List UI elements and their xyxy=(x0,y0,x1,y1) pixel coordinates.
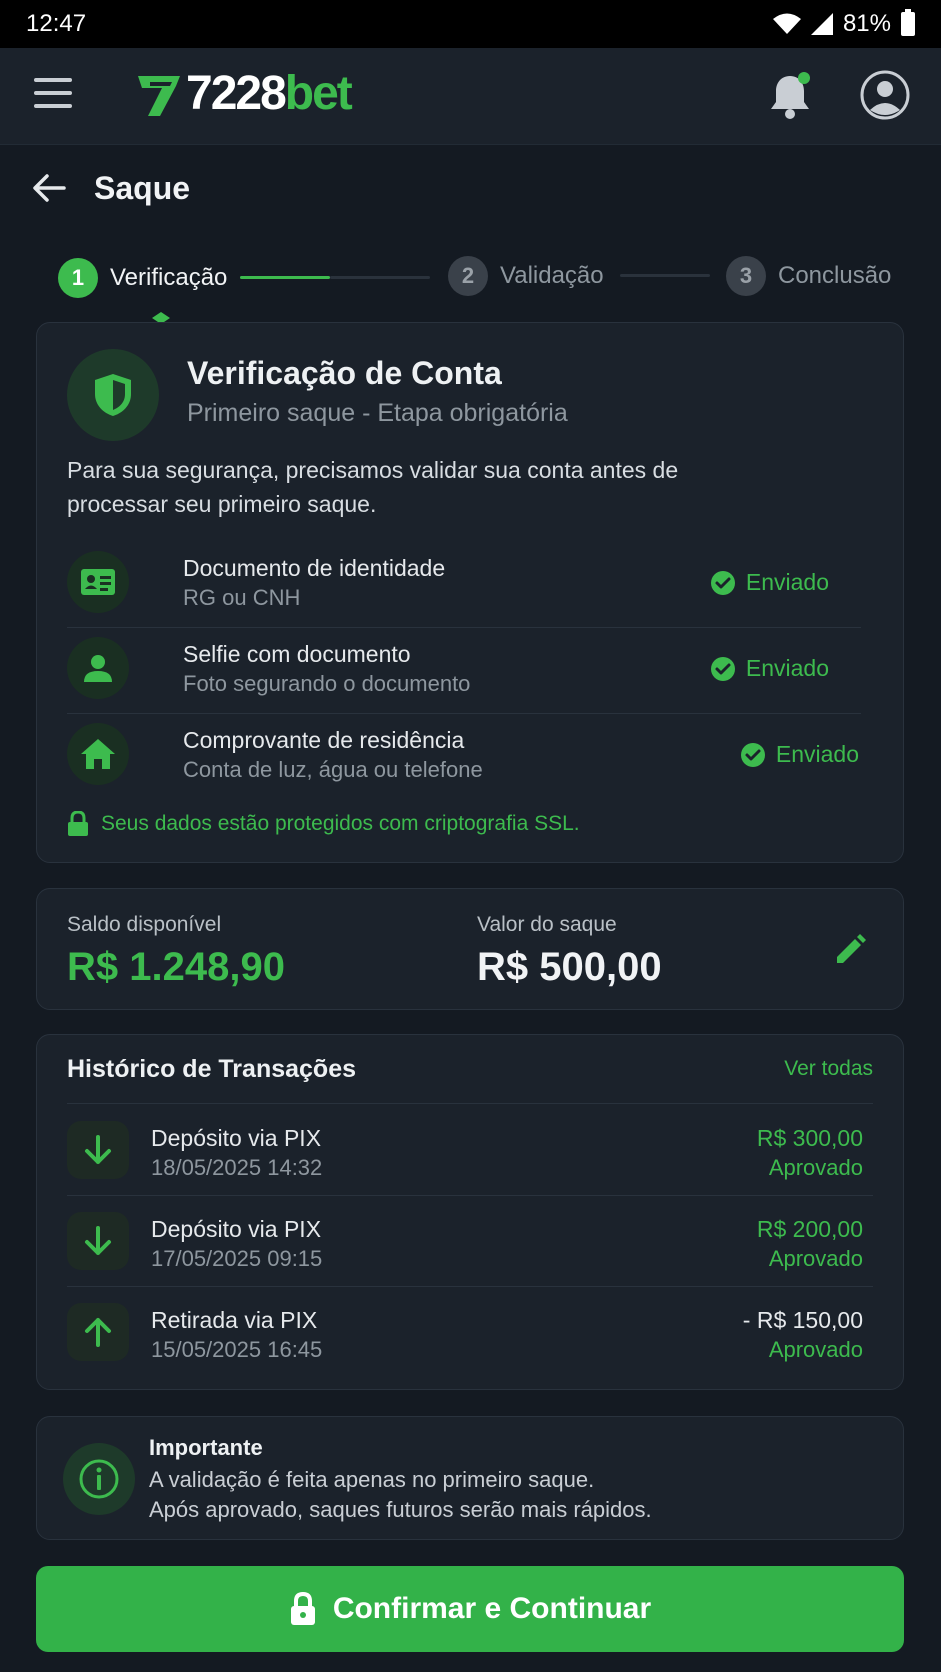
step-2-label: Validação xyxy=(500,262,604,289)
transaction-row[interactable]: Depósito via PIX 18/05/2025 14:32 R$ 300… xyxy=(67,1105,873,1196)
transaction-status: Aprovado xyxy=(768,1337,863,1362)
arrow-up-icon xyxy=(67,1303,129,1361)
verification-description: Para sua segurança, precisamos validar s… xyxy=(67,457,679,517)
transaction-status: Aprovado xyxy=(768,1155,863,1180)
document-title: Comprovante de residência xyxy=(183,727,465,753)
important-info-card: Importante A validação é feita apenas no… xyxy=(36,1416,904,1540)
check-circle-icon xyxy=(710,656,735,681)
step-line-1 xyxy=(330,276,430,279)
see-all-link[interactable]: Ver todas xyxy=(784,1057,873,1081)
signal-icon xyxy=(810,13,833,35)
balance-card: Saldo disponível R$ 1.248,90 Valor do sa… xyxy=(36,888,904,1010)
step-1-number: 1 xyxy=(58,258,98,298)
status-indicators: 81% xyxy=(772,9,915,38)
info-icon xyxy=(63,1443,135,1515)
document-subtitle: Foto segurando o documento xyxy=(183,671,471,696)
step-progress-line xyxy=(240,276,330,279)
info-line-2: Após aprovado, saques futuros serão mais… xyxy=(149,1497,652,1522)
check-circle-icon xyxy=(740,742,765,767)
transaction-history-card: Histórico de Transações Ver todas Depósi… xyxy=(36,1034,904,1390)
document-status-label: Enviado xyxy=(745,569,829,595)
document-subtitle: RG ou CNH xyxy=(183,585,301,610)
shield-icon-container xyxy=(67,349,159,441)
battery-icon xyxy=(901,9,915,36)
page-title: Saque xyxy=(94,169,191,206)
brand-logo[interactable]: 7228bet xyxy=(136,66,353,121)
divider xyxy=(67,1103,873,1104)
withdraw-amount-value[interactable]: R$ 500,00 xyxy=(477,945,662,990)
transaction-date: 15/05/2025 16:45 xyxy=(151,1337,323,1362)
person-icon xyxy=(67,637,129,699)
history-title: Histórico de Transações xyxy=(67,1055,357,1083)
back-arrow-icon[interactable] xyxy=(30,169,68,207)
transaction-date: 18/05/2025 14:32 xyxy=(151,1155,323,1180)
document-subtitle: Conta de luz, água ou telefone xyxy=(183,757,483,782)
brand-name: 7228bet xyxy=(186,67,353,120)
transaction-amount: R$ 200,00 xyxy=(756,1216,863,1242)
info-line-1: A validação é feita apenas no primeiro s… xyxy=(149,1467,595,1492)
step-3-label: Conclusão xyxy=(778,262,892,289)
document-status: Enviado xyxy=(710,655,829,682)
document-row-residence: Comprovante de residência Conta de luz, … xyxy=(67,715,891,799)
id-card-icon xyxy=(67,551,129,613)
arrow-down-icon xyxy=(67,1121,129,1179)
withdraw-amount-label: Valor do saque xyxy=(477,913,617,936)
check-circle-icon xyxy=(710,570,735,595)
document-status: Enviado xyxy=(740,741,859,768)
transaction-date: 17/05/2025 09:15 xyxy=(151,1246,323,1271)
transaction-row[interactable]: Retirada via PIX 15/05/2025 16:45 - R$ 1… xyxy=(67,1287,873,1377)
step-2-number: 2 xyxy=(448,256,488,296)
menu-icon[interactable] xyxy=(34,78,72,108)
info-title: Importante xyxy=(149,1435,263,1460)
document-status-label: Enviado xyxy=(775,741,859,767)
confirm-continue-button[interactable]: Confirmar e Continuar xyxy=(36,1566,904,1652)
step-line-2 xyxy=(620,274,710,277)
status-time: 12:47 xyxy=(26,10,87,37)
avatar-icon[interactable] xyxy=(860,70,910,120)
info-text: A validação é feita apenas no primeiro s… xyxy=(149,1465,652,1525)
app-bar: 7228bet xyxy=(0,48,941,145)
transaction-title: Depósito via PIX xyxy=(151,1125,322,1151)
battery-percent: 81% xyxy=(842,10,891,37)
page-header: Saque xyxy=(30,160,190,216)
step-3-number: 3 xyxy=(726,256,766,296)
verification-subtitle: Primeiro saque - Etapa obrigatória xyxy=(187,399,568,427)
document-title: Documento de identidade xyxy=(183,555,446,581)
available-balance-value: R$ 1.248,90 xyxy=(67,945,285,989)
edit-pencil-icon[interactable] xyxy=(833,933,867,967)
document-row-identity: Documento de identidade RG ou CNH Enviad… xyxy=(67,543,861,628)
logo-mark-icon xyxy=(138,75,180,116)
document-status: Enviado xyxy=(710,569,829,596)
confirm-button-label: Confirmar e Continuar xyxy=(332,1592,652,1625)
home-icon xyxy=(67,723,129,785)
available-balance-label: Saldo disponível xyxy=(67,913,222,936)
arrow-down-icon xyxy=(67,1212,129,1270)
transaction-amount: - R$ 150,00 xyxy=(742,1307,863,1333)
step-1-label: Verificação xyxy=(110,264,228,291)
document-row-selfie: Selfie com documento Foto segurando o do… xyxy=(67,629,861,714)
shield-icon xyxy=(95,374,131,416)
transaction-title: Retirada via PIX xyxy=(151,1307,318,1333)
verification-card: Verificação de Conta Primeiro saque - Et… xyxy=(36,322,904,863)
lock-icon xyxy=(68,811,88,836)
transaction-title: Depósito via PIX xyxy=(151,1216,322,1242)
ssl-note: Seus dados estão protegidos com criptogr… xyxy=(67,811,580,837)
wifi-icon xyxy=(772,13,801,34)
transaction-amount: R$ 300,00 xyxy=(756,1125,863,1151)
verification-title: Verificação de Conta xyxy=(187,355,502,391)
stepper: 1 Verificação 2 Validação 3 Conclusão xyxy=(58,256,898,324)
document-status-label: Enviado xyxy=(745,655,829,681)
status-bar: 12:47 81% xyxy=(0,0,941,48)
transaction-status: Aprovado xyxy=(768,1246,863,1271)
document-title: Selfie com documento xyxy=(183,641,411,667)
lock-icon xyxy=(290,1592,315,1625)
ssl-note-text: Seus dados estão protegidos com criptogr… xyxy=(101,812,580,835)
notification-dot xyxy=(798,72,810,84)
transaction-row[interactable]: Depósito via PIX 17/05/2025 09:15 R$ 200… xyxy=(67,1196,873,1287)
